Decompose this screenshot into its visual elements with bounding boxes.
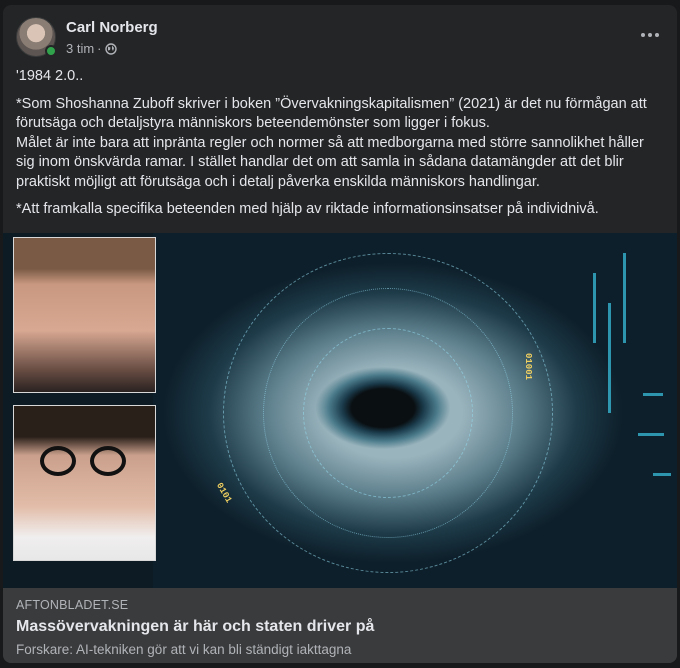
link-title[interactable]: Massövervakningen är här och staten driv… [16, 618, 374, 636]
portrait-photo [13, 237, 156, 393]
eye-image: 01001 0101 [153, 233, 677, 588]
hud-bar [623, 253, 626, 343]
portrait-photo [13, 405, 156, 561]
hud-ring [303, 328, 473, 498]
more-options-icon[interactable] [636, 23, 664, 47]
hud-bar [593, 273, 596, 343]
link-domain: AFTONBLADET.SE [16, 598, 129, 612]
post-card: Carl Norberg 3 tim · '1984 2.0.. *Som Sh… [3, 5, 677, 663]
post-time[interactable]: 3 tim [66, 41, 94, 56]
post-paragraph: *Att framkalla specifika beteenden med h… [16, 201, 599, 217]
link-preview-image[interactable]: 01001 0101 [3, 233, 677, 588]
binary-label: 0101 [214, 481, 234, 505]
link-preview[interactable]: AFTONBLADET.SE Massövervakningen är här … [3, 588, 677, 663]
avatar[interactable] [16, 17, 57, 57]
globe-icon[interactable] [104, 42, 117, 55]
link-subtitle: Forskare: AI-tekniken gör att vi kan bli… [16, 642, 352, 657]
post-paragraph: *Som Shoshanna Zuboff skriver i boken ”Ö… [16, 95, 647, 132]
post-text: '1984 2.0.. *Som Shoshanna Zuboff skrive… [16, 67, 664, 228]
hud-bar [638, 433, 664, 436]
hud-bar [653, 473, 671, 476]
online-status-indicator [45, 45, 57, 57]
post-paragraph: '1984 2.0.. [16, 68, 84, 84]
meta-separator: · [97, 41, 102, 56]
hud-bar [643, 393, 663, 396]
glasses [40, 446, 130, 476]
author-name[interactable]: Carl Norberg [66, 19, 158, 36]
post-paragraph: Målet är inte bara att inpränta regler o… [16, 134, 644, 190]
post-meta: 3 tim · [66, 41, 117, 56]
hud-bar [608, 303, 611, 413]
post-header: Carl Norberg 3 tim · [16, 17, 664, 61]
binary-label: 01001 [523, 353, 533, 381]
